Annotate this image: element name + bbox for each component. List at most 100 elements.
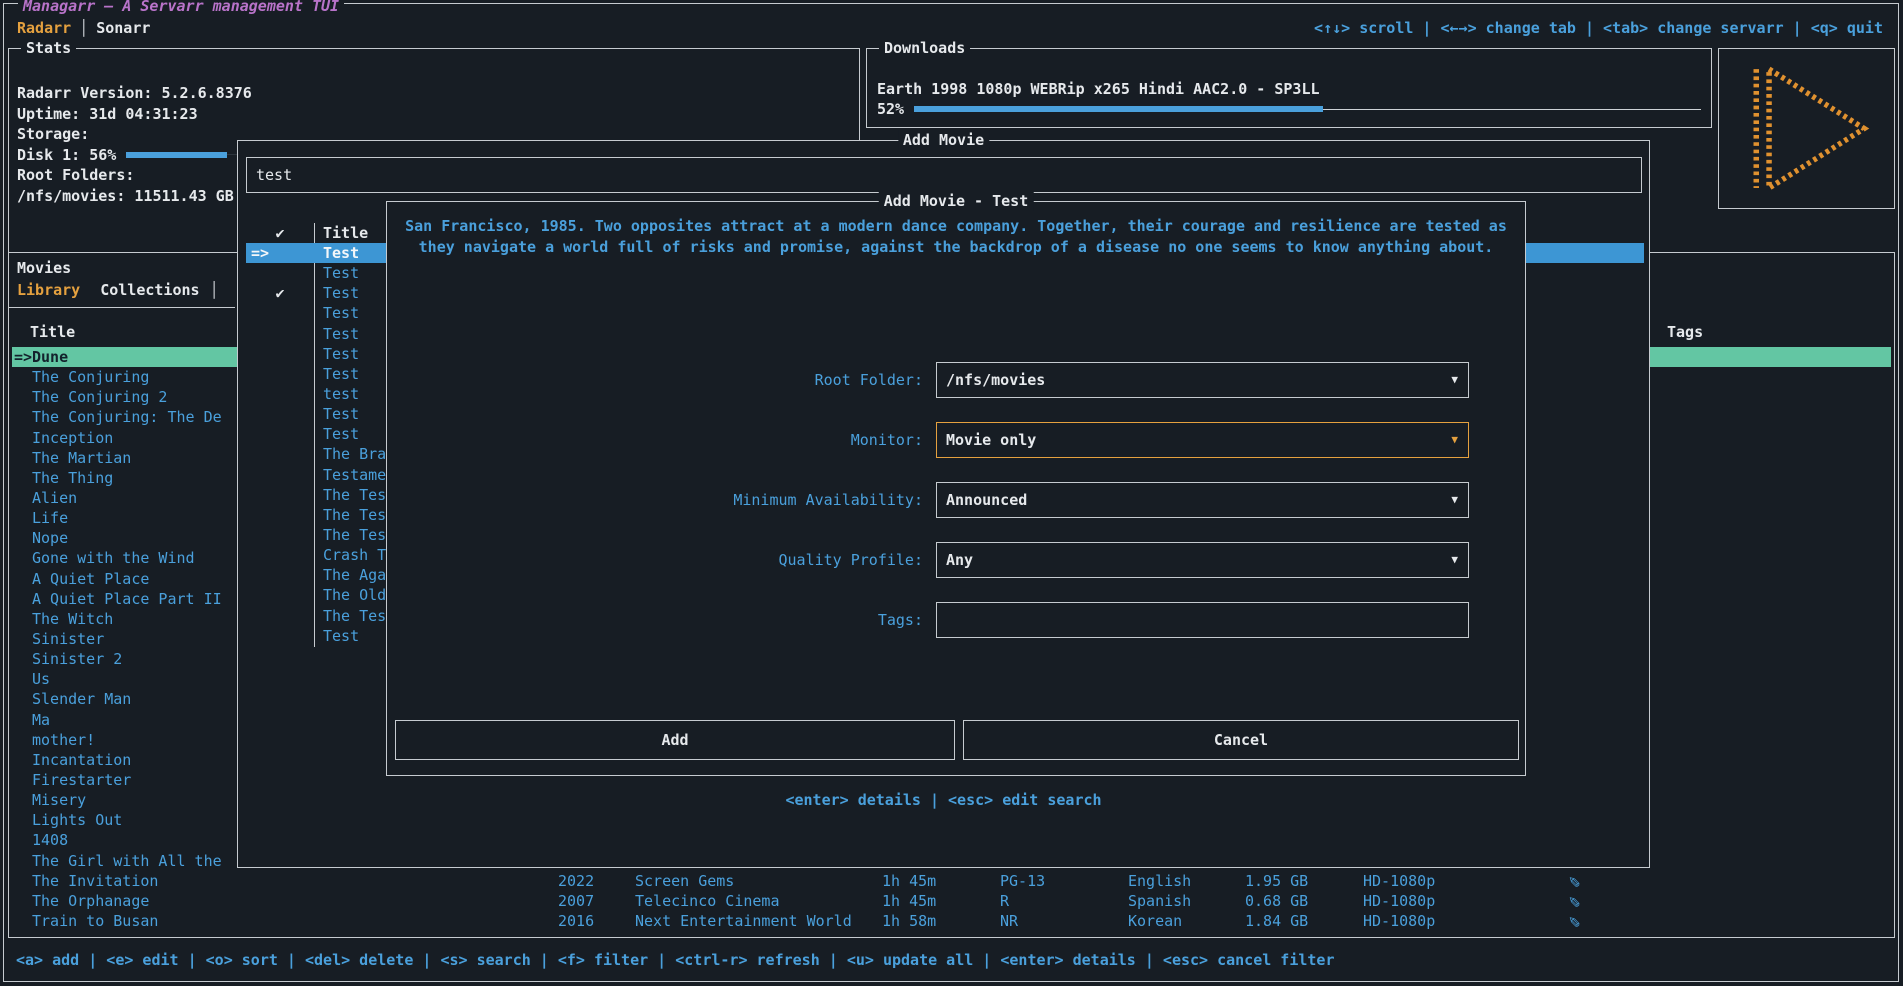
movie-title: The Martian xyxy=(32,449,131,467)
download-progress-gauge xyxy=(914,102,1701,116)
movie-title: Lights Out xyxy=(32,811,122,829)
tab-collections[interactable]: Collections xyxy=(100,281,199,299)
edit-pencil-icon[interactable]: ✎ xyxy=(1568,871,1581,891)
monitored-column-check-icon: ✔ xyxy=(246,223,314,243)
cancel-button-label: Cancel xyxy=(1214,731,1268,749)
movie-studio: Next Entertainment World xyxy=(635,911,852,931)
form-row-monitor: Monitor: Movie only ▼ xyxy=(387,422,1525,458)
movie-title: The Orphanage xyxy=(32,892,149,910)
movie-search-input[interactable]: test xyxy=(246,157,1642,193)
tab-separator: │ xyxy=(71,19,96,37)
add-movie-modal-title: Add Movie - Test xyxy=(879,191,1034,211)
result-title: Test xyxy=(323,263,359,283)
downloads-panel: Downloads Earth 1998 1080p WEBRip x265 H… xyxy=(866,48,1712,128)
minimum-availability-dropdown[interactable]: Announced ▼ xyxy=(936,482,1469,518)
movie-title: Sinister 2 xyxy=(32,650,122,668)
movie-list-row[interactable]: Train to Busan 2016 Next Entertainment W… xyxy=(12,911,1891,931)
result-title: Test xyxy=(323,626,359,646)
cancel-button[interactable]: Cancel xyxy=(963,720,1519,760)
header-keybindings: <↑↓> scroll | <←→> change tab | <tab> ch… xyxy=(1314,19,1883,37)
movie-title: The Conjuring 2 xyxy=(32,388,167,406)
movies-tabs-underline xyxy=(9,307,235,308)
managarr-logo-icon xyxy=(1727,54,1887,204)
minimum-availability-value: Announced xyxy=(946,491,1027,509)
movie-quality-profile: HD-1080p xyxy=(1363,911,1435,931)
result-title: Test xyxy=(323,303,359,323)
chevron-down-icon: ▼ xyxy=(1451,543,1458,577)
root-folder-value: /nfs/movies xyxy=(946,371,1045,389)
movie-title: Slender Man xyxy=(32,690,131,708)
edit-pencil-icon[interactable]: ✎ xyxy=(1568,891,1581,911)
results-column-title: Title xyxy=(323,223,368,243)
result-title: Test xyxy=(323,243,359,263)
form-row-minimum-availability: Minimum Availability: Announced ▼ xyxy=(387,482,1525,518)
add-movie-popup-title: Add Movie xyxy=(898,130,989,150)
movie-title: The Girl with All the xyxy=(32,852,222,870)
movies-tabs: Library Collections │ xyxy=(17,281,219,299)
column-header-tags: Tags xyxy=(1667,323,1703,341)
selected-arrow-icon: => xyxy=(14,347,32,367)
movie-list-row[interactable]: The Invitation 2022 Screen Gems 1h 45m P… xyxy=(12,871,1891,891)
movie-studio: Screen Gems xyxy=(635,871,734,891)
movie-year: 2007 xyxy=(558,891,594,911)
tab-library[interactable]: Library xyxy=(17,281,80,299)
footer-keybindings: <a> add | <e> edit | <o> sort | <del> de… xyxy=(16,951,1335,969)
uptime: Uptime: 31d 04:31:23 xyxy=(17,104,851,125)
servarr-tabs: Radarr│Sonarr xyxy=(17,19,150,37)
movie-title: Dune xyxy=(32,348,68,366)
result-title: The Test xyxy=(323,606,395,626)
download-percent-label: 52% xyxy=(877,100,904,118)
movie-title: Inception xyxy=(32,429,113,447)
radarr-version: Radarr Version: 5.2.6.8376 xyxy=(17,83,851,104)
form-row-tags: Tags: xyxy=(387,602,1525,638)
monitor-dropdown[interactable]: Movie only ▼ xyxy=(936,422,1469,458)
quality-profile-label: Quality Profile: xyxy=(407,542,923,578)
tab-sonarr[interactable]: Sonarr xyxy=(96,19,150,37)
movie-title: Sinister xyxy=(32,630,104,648)
add-button-label: Add xyxy=(661,731,688,749)
popup-keybindings: <enter> details | <esc> edit search xyxy=(238,791,1649,809)
movie-year: 2022 xyxy=(558,871,594,891)
movie-list-row[interactable]: The Orphanage 2007 Telecinco Cinema 1h 4… xyxy=(12,891,1891,911)
movie-size: 1.84 GB xyxy=(1245,911,1308,931)
movies-tabs-divider: │ xyxy=(210,281,219,299)
movie-size: 1.95 GB xyxy=(1245,871,1308,891)
search-input-value: test xyxy=(256,166,292,184)
movie-studio: Telecinco Cinema xyxy=(635,891,780,911)
add-button[interactable]: Add xyxy=(395,720,955,760)
movie-title: Nope xyxy=(32,529,68,547)
edit-pencil-icon[interactable]: ✎ xyxy=(1568,911,1581,931)
movie-title: The Conjuring xyxy=(32,368,149,386)
form-row-quality-profile: Quality Profile: Any ▼ xyxy=(387,542,1525,578)
movie-language: Korean xyxy=(1128,911,1182,931)
quality-profile-dropdown[interactable]: Any ▼ xyxy=(936,542,1469,578)
result-title: Crash Te xyxy=(323,545,395,565)
downloads-panel-title: Downloads xyxy=(879,38,970,58)
root-folder-label: Root Folder: xyxy=(407,362,923,398)
movie-runtime: 1h 45m xyxy=(882,871,936,891)
result-title: The Old xyxy=(323,585,386,605)
root-folder-dropdown[interactable]: /nfs/movies ▼ xyxy=(936,362,1469,398)
selected-arrow-icon: => xyxy=(251,243,269,263)
movie-title: Us xyxy=(32,670,50,688)
result-title: The Test xyxy=(323,505,395,525)
chevron-down-icon: ▼ xyxy=(1451,363,1458,397)
movie-title: The Invitation xyxy=(32,872,158,890)
result-title: The Bran xyxy=(323,444,395,464)
result-title: The Test xyxy=(323,525,395,545)
movie-title: A Quiet Place Part II xyxy=(32,590,222,608)
quality-profile-value: Any xyxy=(946,551,973,569)
movie-quality-profile: HD-1080p xyxy=(1363,871,1435,891)
download-progress-row: 52% xyxy=(877,100,1701,118)
movie-title: The Witch xyxy=(32,610,113,628)
movie-title: Incantation xyxy=(32,751,131,769)
movie-language: Spanish xyxy=(1128,891,1191,911)
tab-radarr[interactable]: Radarr xyxy=(17,19,71,37)
result-title: Test xyxy=(323,364,359,384)
movie-title: A Quiet Place xyxy=(32,570,149,588)
tags-input[interactable] xyxy=(936,602,1469,638)
result-title: test xyxy=(323,384,359,404)
movies-section-title: Movies xyxy=(17,259,71,277)
movie-rating: R xyxy=(1000,891,1009,911)
monitor-value: Movie only xyxy=(946,431,1036,449)
